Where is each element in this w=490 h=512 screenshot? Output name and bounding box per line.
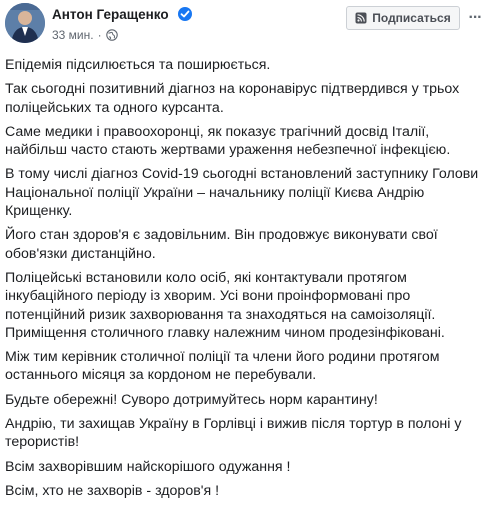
post-paragraph: Андрію, ти захищав Україну в Горлівці і …	[5, 416, 462, 451]
post-paragraph: Всім захворівшим найскорішого одужання !	[5, 458, 291, 475]
post-paragraph: Всім, хто не захворів - здоров'я !	[5, 482, 220, 499]
author-name[interactable]: Антон Геращенко	[52, 7, 169, 22]
avatar[interactable]	[5, 3, 45, 43]
facebook-post: Антон Геращенко 33 мин. · Подписаться ··…	[0, 0, 490, 512]
post-header: Антон Геращенко 33 мин. · Подписаться ··…	[0, 0, 490, 50]
post-paragraph: Будьте обережні! Суворо дотримуйтесь нор…	[5, 391, 378, 408]
rss-icon	[355, 12, 367, 24]
post-paragraph: В тому числі діагноз Covid-19 сьогодні в…	[5, 166, 479, 220]
dot-separator: ·	[97, 28, 102, 42]
post-timestamp[interactable]: 33 мин.	[52, 28, 94, 42]
post-text: Епідемія підсилюється та поширюється. Та…	[5, 56, 485, 506]
post-paragraph: Так сьогодні позитивний діагноз на корон…	[5, 81, 460, 116]
more-options-button[interactable]: ···	[465, 8, 485, 28]
subscribe-label: Подписаться	[372, 11, 451, 25]
post-paragraph: Між тим керівник столичної поліції та чл…	[5, 349, 440, 384]
post-paragraph: Поліцейські встановили коло осіб, які ко…	[5, 269, 445, 341]
post-paragraph: Саме медики і правоохоронці, як показує …	[5, 123, 451, 159]
post-meta: 33 мин. ·	[52, 28, 118, 42]
verified-badge-icon	[178, 7, 192, 21]
post-paragraph: Його стан здоров'я є задовільним. Він пр…	[5, 227, 438, 262]
subscribe-button[interactable]: Подписаться	[346, 6, 460, 30]
globe-icon[interactable]	[105, 29, 118, 41]
post-paragraph: Епідемія підсилюється та поширюється.	[5, 57, 271, 73]
